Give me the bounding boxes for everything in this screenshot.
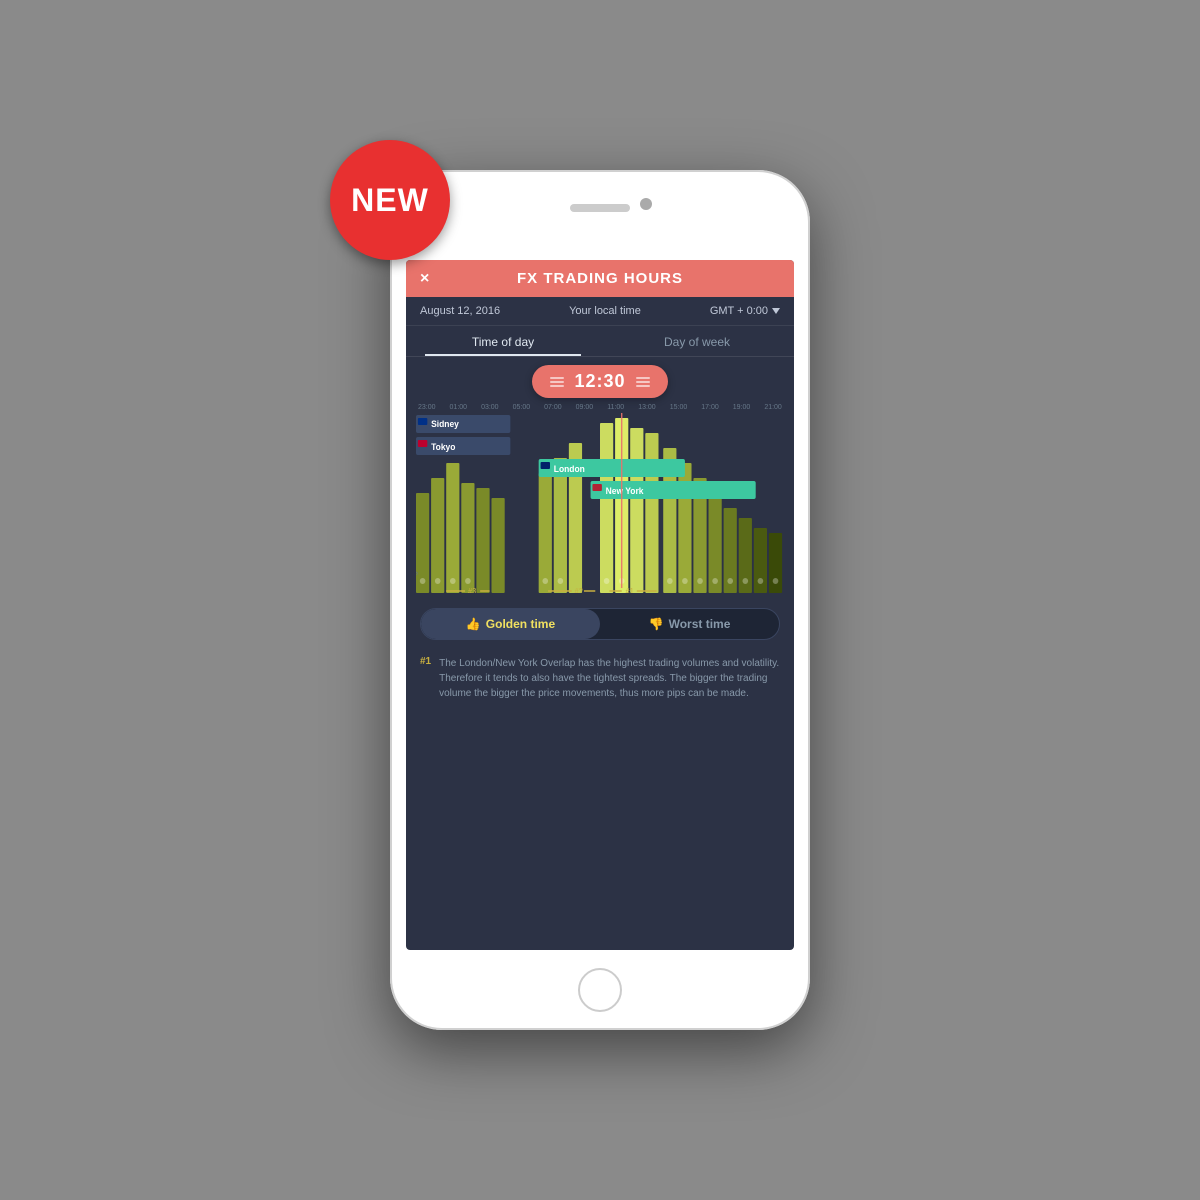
time-axis: 23:00 01:00 03:00 05:00 07:00 09:00 11:0… (416, 404, 784, 411)
gmt-selector[interactable]: GMT + 0:00 (710, 305, 780, 317)
golden-time-button[interactable]: 👍 Golden time (421, 609, 600, 639)
new-badge: NEW (330, 140, 450, 260)
svg-text:London: London (554, 464, 585, 474)
app-subheader: August 12, 2016 Your local time GMT + 0:… (406, 297, 794, 326)
phone-speaker (570, 204, 630, 212)
current-time-value: 12:30 (574, 371, 625, 392)
description-section: #1 The London/New York Overlap has the h… (406, 650, 794, 719)
svg-text:#3: #3 (468, 587, 476, 593)
svg-text:#2: #2 (575, 587, 583, 593)
svg-text:Sidney: Sidney (431, 419, 459, 429)
tabs-row: Time of day Day of week (406, 326, 794, 357)
tab-day-of-week[interactable]: Day of week (600, 326, 794, 356)
chart-area: 23:00 01:00 03:00 05:00 07:00 09:00 11:0… (406, 402, 794, 598)
left-handle[interactable] (550, 377, 564, 387)
chevron-down-icon (772, 308, 780, 314)
app-title: FX TRADING HOURS (517, 270, 683, 287)
time-slider-pill[interactable]: 12:30 (532, 365, 667, 398)
slider-section: 12:30 (406, 357, 794, 402)
phone-home-button[interactable] (578, 968, 622, 1012)
date-label: August 12, 2016 (420, 305, 500, 317)
svg-text:#1: #1 (625, 587, 633, 593)
right-handle[interactable] (636, 377, 650, 387)
app-screen: × FX TRADING HOURS August 12, 2016 Your … (406, 260, 794, 950)
local-time-label: Your local time (569, 305, 641, 317)
svg-text:Trading volume: Trading volume (416, 543, 418, 593)
phone-camera (640, 198, 652, 210)
svg-text:Tokyo: Tokyo (431, 442, 455, 452)
tab-time-of-day[interactable]: Time of day (406, 326, 600, 356)
trading-chart: Sidney Tokyo London New York Trading vol… (416, 413, 784, 593)
app-header: × FX TRADING HOURS (406, 260, 794, 297)
thumbs-up-icon: 👍 (466, 617, 481, 631)
phone-frame: × FX TRADING HOURS August 12, 2016 Your … (390, 170, 810, 1030)
worst-time-button[interactable]: 👎 Worst time (600, 609, 779, 639)
thumbs-down-icon: 👎 (649, 617, 664, 631)
time-mode-buttons: 👍 Golden time 👎 Worst time (420, 608, 780, 640)
svg-text:New York: New York (606, 486, 644, 496)
phone-mockup: NEW × FX TRADING HOURS August 12, 2016 Y… (390, 170, 810, 1030)
desc-item-1: #1 The London/New York Overlap has the h… (420, 656, 780, 701)
close-button[interactable]: × (420, 270, 429, 288)
